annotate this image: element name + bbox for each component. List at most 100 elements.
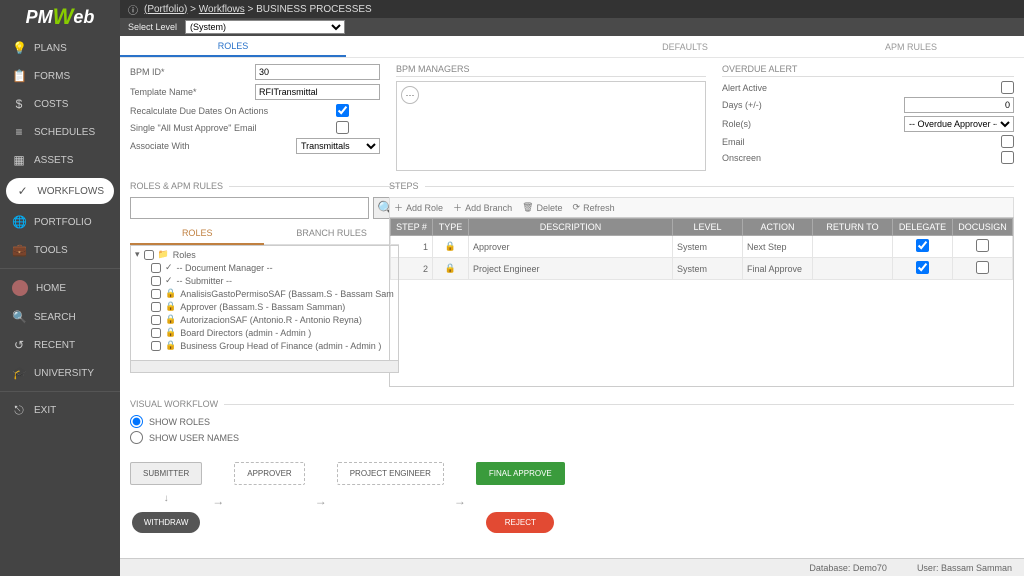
breadcrumb: (Portfolio) > Workflows > BUSINESS PROCE… <box>144 4 372 15</box>
tree-scrollbar[interactable] <box>131 360 398 372</box>
avatar-icon <box>12 280 28 296</box>
roles-select[interactable]: -- Overdue Approver -- <box>904 116 1014 132</box>
level-select[interactable]: (System) <box>185 20 345 34</box>
db-value: Demo70 <box>853 563 887 573</box>
show-roles-radio[interactable] <box>130 415 143 428</box>
nav-schedules[interactable]: ≡SCHEDULES <box>0 118 120 146</box>
check-icon: ✓ <box>16 184 29 198</box>
sidebar: PMWeb 💡PLANS 📋FORMS $COSTS ≡SCHEDULES ▦A… <box>0 0 120 576</box>
roles-label: Role(s) <box>722 119 782 129</box>
single-label: Single "All Must Approve" Email <box>130 123 330 133</box>
nav-plans[interactable]: 💡PLANS <box>0 34 120 62</box>
add-role-button[interactable]: ＋ Add Role <box>394 201 443 214</box>
table-row[interactable]: 2 🔒 Project Engineer System Final Approv… <box>391 258 1013 280</box>
tab-roles[interactable]: ROLES <box>120 36 346 57</box>
add-branch-button[interactable]: ＋ Add Branch <box>453 201 512 214</box>
node-submitter[interactable]: SUBMITTER <box>130 462 202 485</box>
info-icon[interactable]: ⓘ <box>128 2 138 17</box>
node-approver[interactable]: APPROVER <box>234 462 304 485</box>
exit-icon: ⎋ <box>12 403 26 418</box>
graduation-icon: 🎓 <box>12 366 26 380</box>
associate-label: Associate With <box>130 141 290 151</box>
node-withdraw[interactable]: WITHDRAW <box>132 512 201 533</box>
table-row[interactable]: 1 🔒 Approver System Next Step <box>391 236 1013 258</box>
nav-university[interactable]: 🎓UNIVERSITY <box>0 359 120 387</box>
delete-button[interactable]: 🗑 Delete <box>522 201 562 214</box>
associate-select[interactable]: Transmittals <box>296 138 380 154</box>
level-bar: Select Level (System) <box>120 18 1024 36</box>
node-final-approve[interactable]: FINAL APPROVE <box>476 462 565 485</box>
nav-recent[interactable]: ↺RECENT <box>0 331 120 359</box>
days-label: Days (+/-) <box>722 100 782 110</box>
recalc-checkbox[interactable] <box>336 104 349 117</box>
recalc-label: Recalculate Due Dates On Actions <box>130 106 330 116</box>
logo: PMWeb <box>0 0 120 34</box>
overdue-title: OVERDUE ALERT <box>722 64 1014 77</box>
user-value: Bassam Samman <box>941 563 1012 573</box>
lock-icon: 🔒 <box>445 263 456 273</box>
single-checkbox[interactable] <box>336 121 349 134</box>
docusign-checkbox[interactable] <box>976 261 989 274</box>
topbar: ⓘ (Portfolio) > Workflows > BUSINESS PRO… <box>120 0 1024 18</box>
bulb-icon: 💡 <box>12 41 26 55</box>
arrow-right-icon: → <box>212 494 224 508</box>
roles-tree[interactable]: ▾📁Roles ✓-- Document Manager -- ✓-- Subm… <box>130 245 399 373</box>
steps-section-label: STEPS <box>389 181 425 191</box>
globe-icon: 🌐 <box>12 215 26 229</box>
briefcase-icon: 💼 <box>12 243 26 257</box>
docusign-checkbox[interactable] <box>976 239 989 252</box>
nav-portfolio[interactable]: 🌐PORTFOLIO <box>0 208 120 236</box>
breadcrumb-page: BUSINESS PROCESSES <box>256 4 372 15</box>
email-label: Email <box>722 137 782 147</box>
node-reject[interactable]: REJECT <box>486 512 554 533</box>
tab-defaults[interactable]: DEFAULTS <box>572 36 798 57</box>
email-checkbox[interactable] <box>1001 135 1014 148</box>
days-input[interactable] <box>904 97 1014 113</box>
onscreen-label: Onscreen <box>722 153 782 163</box>
onscreen-checkbox[interactable] <box>1001 151 1014 164</box>
delegate-checkbox[interactable] <box>916 261 929 274</box>
nav-home[interactable]: HOME <box>0 273 120 303</box>
grid-icon: ▦ <box>12 153 26 167</box>
nav-workflows[interactable]: ✓WORKFLOWS <box>6 178 114 204</box>
bpm-id-input[interactable] <box>255 64 380 80</box>
db-label: Database: <box>809 563 850 573</box>
tab-apm[interactable]: APM RULES <box>798 36 1024 57</box>
branch-rules-subtab[interactable]: BRANCH RULES <box>264 223 398 245</box>
template-label: Template Name* <box>130 87 249 97</box>
breadcrumb-portfolio[interactable]: (Portfolio) <box>144 4 187 15</box>
arrow-right-icon: → <box>454 494 466 508</box>
nav-exit[interactable]: ⎋EXIT <box>0 396 120 425</box>
nav-costs[interactable]: $COSTS <box>0 90 120 118</box>
roles-section-label: ROLES & APM RULES <box>130 181 229 191</box>
managers-menu-button[interactable]: ⋯ <box>401 86 419 104</box>
level-label: Select Level <box>128 22 177 32</box>
nav-forms[interactable]: 📋FORMS <box>0 62 120 90</box>
tab-blank[interactable] <box>346 36 572 57</box>
roles-subtab[interactable]: ROLES <box>130 223 264 245</box>
breadcrumb-workflows[interactable]: Workflows <box>199 4 245 15</box>
steps-table: STEP # TYPE DESCRIPTION LEVEL ACTION RET… <box>390 218 1013 280</box>
nav-tools[interactable]: 💼TOOLS <box>0 236 120 264</box>
delegate-checkbox[interactable] <box>916 239 929 252</box>
refresh-button[interactable]: ⟳ Refresh <box>573 201 615 214</box>
alert-active-checkbox[interactable] <box>1001 81 1014 94</box>
user-label: User: <box>917 563 939 573</box>
show-users-radio[interactable] <box>130 431 143 444</box>
show-users-label: SHOW USER NAMES <box>149 433 239 443</box>
roles-search-input[interactable] <box>130 197 369 219</box>
search-icon: 🔍 <box>12 310 26 324</box>
node-engineer[interactable]: PROJECT ENGINEER <box>337 462 444 485</box>
nav-assets[interactable]: ▦ASSETS <box>0 146 120 174</box>
managers-label: BPM MANAGERS <box>396 64 706 77</box>
arrow-down-icon: ↓ <box>164 493 169 504</box>
show-roles-label: SHOW ROLES <box>149 417 210 427</box>
managers-box: ⋯ <box>396 81 706 171</box>
footer: Database: Demo70 User: Bassam Samman <box>120 558 1024 576</box>
visual-workflow-title: VISUAL WORKFLOW <box>130 399 224 409</box>
nav-search[interactable]: 🔍SEARCH <box>0 303 120 331</box>
lock-icon: 🔒 <box>445 241 456 251</box>
steps-toolbar: ＋ Add Role ＋ Add Branch 🗑 Delete ⟳ Refre… <box>389 197 1014 217</box>
workflow-diagram: SUBMITTER ↓ WITHDRAW → APPROVER → PROJEC… <box>130 462 1014 533</box>
template-input[interactable] <box>255 84 380 100</box>
